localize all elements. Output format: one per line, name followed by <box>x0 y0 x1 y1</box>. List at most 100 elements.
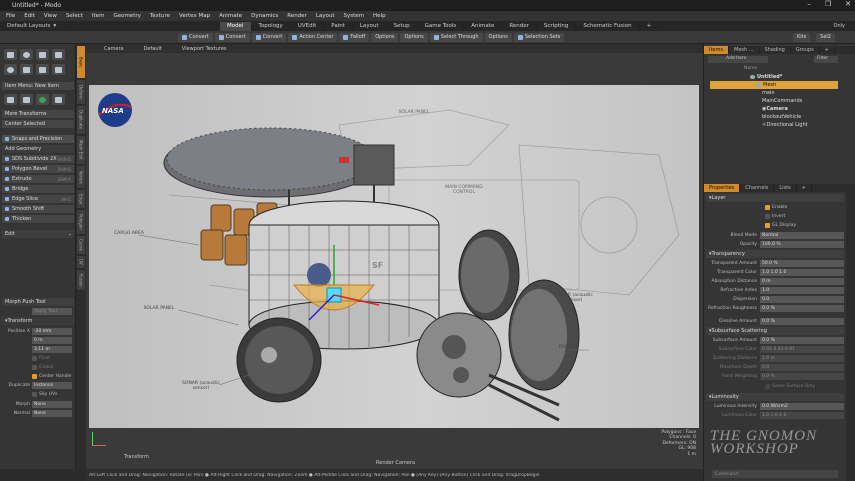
move-tool-icon[interactable] <box>4 94 17 105</box>
options-button-1[interactable]: Options <box>371 32 399 42</box>
transparency-section[interactable]: ▾ Transparency <box>706 250 844 258</box>
edge-slice-button[interactable]: Edge Slice Alt-C <box>2 195 74 204</box>
vtab-mesh-edit[interactable]: Mesh Edit <box>77 136 85 164</box>
subsurface-color-field[interactable]: 0.91 0.91 0.91 <box>760 345 844 353</box>
dispersion-field[interactable]: 0.0 <box>760 295 844 303</box>
shading-style-selector[interactable]: Default <box>144 46 162 52</box>
cylinder-tool-icon[interactable] <box>36 49 49 60</box>
menu-vertex-map[interactable]: Vertex Map <box>179 13 210 19</box>
tab-model[interactable]: Model <box>220 21 252 31</box>
luminous-color-field[interactable]: 1.0 1.0 1.0 <box>760 411 844 419</box>
sel2-button[interactable]: Sel2 <box>816 32 835 42</box>
position-z-field[interactable]: 3.11 m <box>32 345 72 353</box>
slip-uvs-checkbox[interactable]: Slip UVs <box>32 390 57 398</box>
normal-dropdown[interactable]: None <box>32 409 72 417</box>
scale-tool-icon[interactable] <box>36 94 49 105</box>
tab-lists[interactable]: Lists <box>774 184 797 192</box>
command-input[interactable]: Command <box>712 470 838 478</box>
eye-icon[interactable] <box>750 75 755 79</box>
item-main[interactable]: main <box>710 89 838 97</box>
global-checkbox[interactable]: Global <box>32 363 53 371</box>
center-selected-button[interactable]: Center Selected <box>2 120 74 129</box>
tab-paint[interactable]: Paint <box>324 21 353 31</box>
vtab-vertex[interactable]: Vertex <box>77 166 85 188</box>
tab-items[interactable]: Items <box>704 46 729 54</box>
tab-uvedit[interactable]: UVEdit <box>291 21 325 31</box>
tab-shading[interactable]: Shading <box>760 46 791 54</box>
action-center-button[interactable]: Action Center <box>288 32 338 42</box>
3d-viewport[interactable]: Camera Default Viewport Textures NASA CA… <box>86 44 703 469</box>
add-geometry-header[interactable]: Add Geometry <box>2 145 74 154</box>
tab-mesh-ops[interactable]: Mesh ... <box>729 46 760 54</box>
menu-edit[interactable]: Edit <box>24 13 35 19</box>
transparent-amount-field[interactable]: 50.0 % <box>760 259 844 267</box>
refractive-index-field[interactable]: 1.0 <box>760 286 844 294</box>
transform-tool-icon[interactable] <box>52 94 65 105</box>
select-through-button[interactable]: Select Through <box>429 32 483 42</box>
minimize-button[interactable]: – <box>807 0 811 8</box>
add-tab-button[interactable]: + <box>797 184 812 192</box>
menu-help[interactable]: Help <box>373 13 386 19</box>
tab-topology[interactable]: Topology <box>252 21 291 31</box>
layout-selector[interactable]: Default Layouts ▾ <box>0 21 70 31</box>
convert-button-3[interactable]: Convert <box>251 32 287 42</box>
add-item-button[interactable]: Add Item <box>708 56 768 63</box>
duplicate-dropdown[interactable]: Instance <box>32 381 72 389</box>
options-button-3[interactable]: Options <box>484 32 512 42</box>
menu-item[interactable]: Item <box>92 13 105 19</box>
thicken-button[interactable]: Thicken <box>2 215 74 224</box>
only-toggle[interactable]: Only <box>834 23 845 29</box>
more-transforms-button[interactable]: More Transforms <box>2 110 74 119</box>
scattering-distance-field[interactable]: 1.0 m <box>760 354 844 362</box>
vtab-deform[interactable]: Deform <box>77 80 85 104</box>
layer-section[interactable]: ▾ Layer <box>706 194 844 202</box>
center-handle-checkbox[interactable]: Center Handle <box>32 372 71 380</box>
bridge-button[interactable]: Bridge <box>2 185 74 194</box>
tab-channels[interactable]: Channels <box>740 184 775 192</box>
add-tab-button[interactable]: + <box>640 21 660 31</box>
maximum-depth-field[interactable]: 0.0 <box>760 363 844 371</box>
tab-properties[interactable]: Properties <box>704 184 741 192</box>
vtab-basic[interactable]: Basic <box>77 46 85 78</box>
item-camera[interactable]: ◉ Camera <box>710 105 838 113</box>
position-x-field[interactable]: -20 mm <box>32 327 72 335</box>
tab-scripting[interactable]: Scripting <box>537 21 577 31</box>
filter-button[interactable]: Filter <box>814 56 838 63</box>
menu-dynamics[interactable]: Dynamics <box>251 13 278 19</box>
camera-view-selector[interactable]: Camera <box>104 46 124 52</box>
front-weighting-field[interactable]: 0.0 % <box>760 372 844 380</box>
sds-subdivide-button[interactable]: SDS Subdivide 2X Shift-D <box>2 155 74 164</box>
invert-checkbox[interactable]: Invert <box>706 212 844 220</box>
torus-tool-icon[interactable] <box>4 64 17 75</box>
pen-tool-icon[interactable] <box>36 64 49 75</box>
falloff-button[interactable]: Falloff <box>339 32 370 42</box>
same-surface-checkbox[interactable]: Same Surface Only <box>706 382 844 390</box>
luminous-intensity-field[interactable]: 0.0 W/srm2 <box>760 402 844 410</box>
tab-layout[interactable]: Layout <box>353 21 387 31</box>
close-button[interactable]: ✕ <box>845 0 851 8</box>
refraction-roughness-field[interactable]: 0.0 % <box>760 304 844 312</box>
menu-geometry[interactable]: Geometry <box>113 13 140 19</box>
item-untitled[interactable]: Untitled* <box>710 73 838 81</box>
selection-sets-button[interactable]: Selection Sets <box>513 32 565 42</box>
subsurface-amount-field[interactable]: 0.0 % <box>760 336 844 344</box>
morph-dropdown[interactable]: None <box>32 400 72 408</box>
gl-display-checkbox[interactable]: GL Display <box>706 221 844 229</box>
tab-animate[interactable]: Animate <box>464 21 503 31</box>
options-button-2[interactable]: Options <box>400 32 428 42</box>
cube-tool-icon[interactable] <box>4 49 17 60</box>
luminosity-section[interactable]: ▾ Luminosity <box>706 393 844 401</box>
enable-checkbox[interactable]: Enable <box>706 203 844 211</box>
edit-dropdown[interactable]: Edit ▾ <box>2 230 74 239</box>
tab-schematic-fusion[interactable]: Schematic Fusion <box>576 21 640 31</box>
vtab-duplicate[interactable]: Duplicate <box>77 106 85 134</box>
tab-setup[interactable]: Setup <box>387 21 418 31</box>
text-tool-icon[interactable] <box>52 64 65 75</box>
eye-icon[interactable] <box>756 83 761 87</box>
convert-button-2[interactable]: Convert <box>214 32 250 42</box>
vtab-edge[interactable]: Edge <box>77 190 85 208</box>
tab-render[interactable]: Render <box>502 21 537 31</box>
item-menu-dropdown[interactable]: Item Menu: New Item <box>2 82 74 91</box>
maximize-button[interactable]: ❐ <box>825 0 831 8</box>
cone-tool-icon[interactable] <box>52 49 65 60</box>
